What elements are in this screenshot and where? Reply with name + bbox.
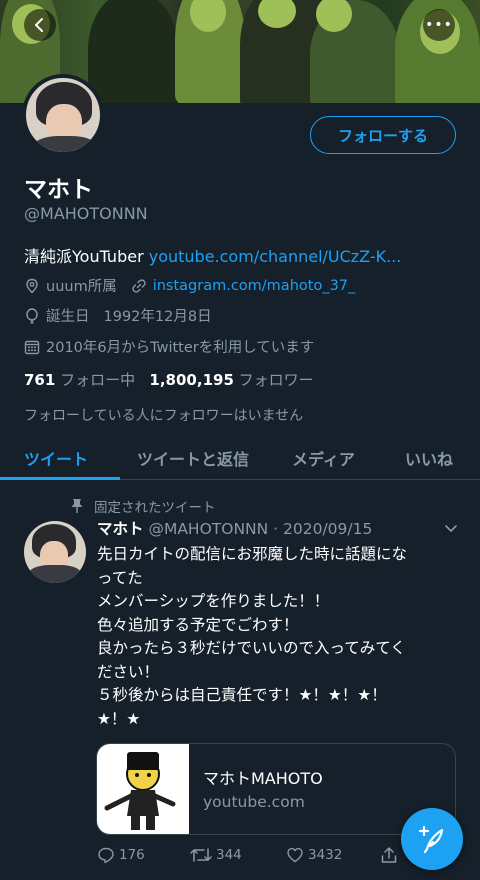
more-options-button[interactable]: ••• [423,9,455,41]
profile-joined: 2010年6月からTwitterを利用しています [46,340,315,356]
heart-icon [286,846,304,864]
profile-meta-row: 誕生日 1992年12月8日 [24,305,212,326]
followers-label: フォロワー [238,371,314,389]
reply-count: 176 [119,847,145,863]
compose-tweet-button[interactable] [401,808,463,870]
chevron-left-icon [35,18,43,32]
balloon-icon [24,307,40,324]
profile-tabs: ツイート ツイートと返信 メディア いいね [0,436,480,480]
profile-location: uuum所属 [46,279,117,295]
tweet-text: 先日カイトの配信にお邪魔した時に話題にな ってた メンバーシップを作りました！！… [97,545,408,728]
profile-name: マホト [24,177,93,203]
tweet-author-name[interactable]: マホト [97,520,144,538]
mutual-followers-note: フォローしている人にフォロワーはいません [24,408,304,424]
bio-text: 清純派YouTuber [24,247,149,266]
tab-tweets-and-replies[interactable]: ツイートと返信 [137,446,249,470]
back-button[interactable] [24,9,56,41]
tweet-menu-caret[interactable] [443,520,459,536]
birthday-label: 誕生日 [46,309,90,325]
tab-likes[interactable]: いいね [405,446,453,470]
compose-feather-icon [418,825,444,854]
calendar-icon [24,339,40,355]
link-card[interactable]: マホトMAHOTO youtube.com [96,743,456,835]
tweet-avatar[interactable] [24,521,86,583]
location-pin-icon [24,278,40,294]
retweet-count: 344 [216,847,242,863]
tweet-header: マホト @MAHOTONNN · 2020/09/15 [97,517,372,539]
pinned-tweet-label: 固定されたツイート [70,496,216,516]
active-tab-indicator [0,477,120,480]
like-count: 3432 [308,847,343,863]
bio-link[interactable]: youtube.com/channel/UCzZ-K... [149,247,402,266]
chevron-down-icon [445,525,457,532]
following-link[interactable]: 761 フォロー中 [24,371,135,389]
retweet-icon [190,846,212,864]
card-thumbnail [97,744,189,834]
tab-media[interactable]: メディア [292,446,355,470]
card-domain: youtube.com [203,793,305,811]
card-title: マホトMAHOTO [203,769,323,788]
profile-birthday: 1992年12月8日 [103,309,212,325]
tweet-handle-date: @MAHOTONNN · 2020/09/15 [143,520,373,538]
profile-meta-row: 2010年6月からTwitterを利用しています [24,336,314,357]
retweet-button[interactable]: 344 [190,846,242,864]
reply-button[interactable]: 176 [97,846,145,864]
following-count: 761 [24,371,56,389]
link-icon [131,278,147,294]
pin-icon [70,498,84,514]
profile-website[interactable]: instagram.com/mahoto_37_ [153,278,356,294]
like-button[interactable]: 3432 [286,846,342,864]
profile-stats: 761 フォロー中 1,800,195 フォロワー [24,369,314,390]
followers-link[interactable]: 1,800,195 フォロワー [149,371,313,389]
more-icon: ••• [425,17,453,33]
follow-button[interactable]: フォローする [310,116,456,154]
profile-handle: @MAHOTONNN [24,204,148,223]
following-label: フォロー中 [60,371,136,389]
profile-meta-row: uuum所属 instagram.com/mahoto_37_ [24,275,355,296]
share-button[interactable] [380,846,402,864]
profile-avatar[interactable] [22,74,104,156]
followers-count: 1,800,195 [149,371,234,389]
profile-bio: 清純派YouTuber youtube.com/channel/UCzZ-K..… [24,243,401,267]
tab-tweets[interactable]: ツイート [24,446,88,470]
share-icon [380,846,398,864]
reply-icon [97,846,115,864]
banner-figure [88,0,178,103]
